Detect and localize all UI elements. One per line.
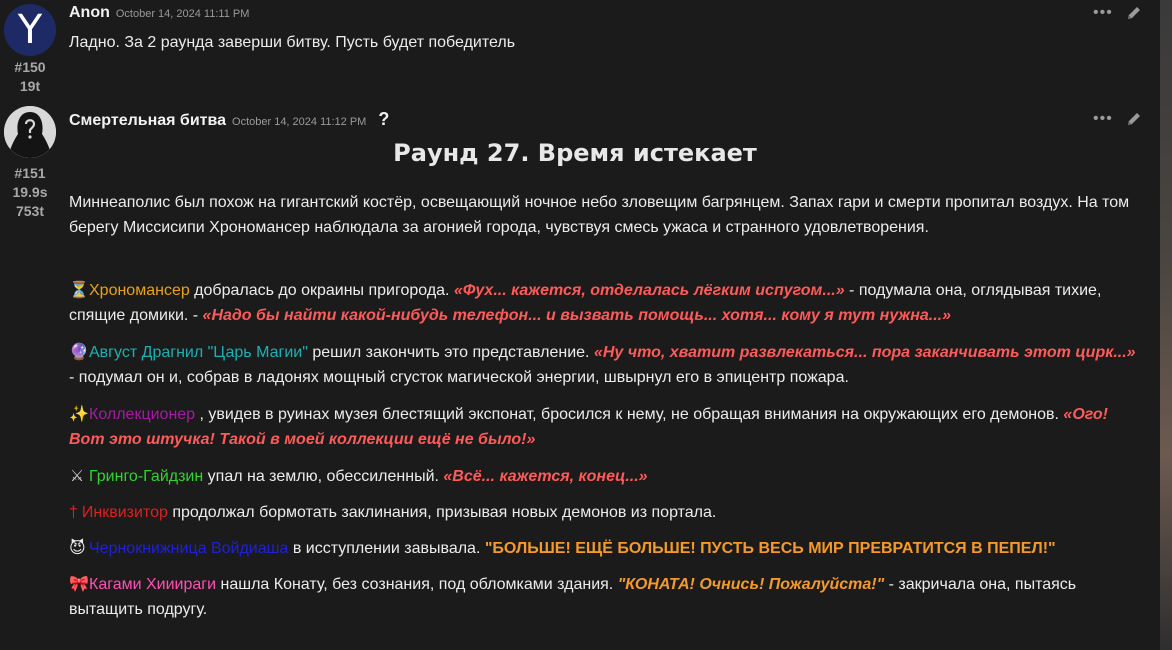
devil-face-icon: 😈 [69,540,86,557]
token-count: 19t [19,78,41,94]
post-actions: ••• [1093,110,1143,128]
character-name: Хрономансер [89,282,190,299]
character-name: Август Драгнил "Царь Магии" [89,344,308,361]
character-name: Инквизитор [81,504,168,521]
window-edge-background [1160,0,1172,650]
paragraph-inquisitor: † Инквизитор продолжал бормотать заклинан… [69,500,1144,525]
paragraph-warlock: 😈 Чернокнижница Войдиаша в исступлении за… [69,536,1144,561]
hooded-figure-icon [4,106,56,158]
crystal-ball-icon: 🔮 [69,344,89,361]
quote: "БОЛЬШЕ! ЕЩЁ БОЛЬШЕ! ПУСТЬ ВЕСЬ МИР ПРЕВ… [484,540,1056,557]
paragraph-august: 🔮Август Драгнил "Царь Магии" решил закон… [69,340,1144,390]
ribbon-icon: 🎀 [69,576,89,593]
token-count: 753t [15,203,45,219]
quote: «Надо бы найти какой-нибудь телефон... и… [202,307,951,324]
crossed-swords-icon: ⚔ [69,468,85,485]
narration: - подумал он и, собрав в ладонях мощный … [69,369,849,386]
timestamp: October 14, 2024 11:11 PM [115,8,250,20]
sparkles-icon: ✨ [69,406,89,423]
post-header: Смертельная битва October 14, 2024 11:12… [69,109,389,130]
narration: в исступлении завывала. [288,540,485,557]
narration: нашла Конату, без сознания, под обломкам… [216,576,618,593]
round-title: Раунд 27. Время истекает [393,139,757,167]
author-name[interactable]: Смертельная битва [69,112,226,130]
post-meta: #150 19t [0,58,60,96]
character-name: Коллекционер [89,406,196,423]
narration: , увидев в руинах музея блестящий экспон… [195,406,1064,423]
narration: упал на землю, обессиленный. [203,468,444,485]
avatar[interactable]: Y [4,4,56,56]
narration: продолжал бормотать заклинания, призывая… [167,504,717,521]
paragraph-collector: ✨Коллекционер , увидев в руинах музея бл… [69,402,1144,452]
post-number: #151 [14,165,46,181]
message-text: Ладно. За 2 раунда заверши битву. Пусть … [69,34,516,51]
narration: решил закончить это представление. [307,344,594,361]
character-name: Чернокнижница Войдиаша [89,540,289,557]
quote: «Фух... кажется, отделалась лёгким испуг… [453,282,845,299]
more-options-icon[interactable]: ••• [1093,111,1113,127]
avatar[interactable] [4,106,56,158]
character-name: Кагами Хииираги [89,576,217,593]
author-name[interactable]: Anon [69,4,110,22]
quote: «Ну что, хватит развлекаться... пора зак… [593,344,1136,361]
post-header: Anon October 14, 2024 11:11 PM [69,4,249,22]
intro-paragraph: Миннеаполис был похож на гигантский кост… [69,194,1130,236]
dagger-icon: † [69,504,78,521]
character-name: Гринго-Гайдзин [89,468,204,485]
generation-time: 19.9s [12,184,48,200]
narration: добралась до окраины пригорода. [189,282,454,299]
quote: «Всё... кажется, конец...» [443,468,648,485]
edit-pencil-icon[interactable] [1125,110,1143,128]
paragraph-kagami: 🎀Кагами Хииираги нашла Конату, без созна… [69,572,1144,622]
edit-pencil-icon[interactable] [1125,4,1143,22]
paragraph-chronomancer: ⏳Хрономансер добралась до окраины пригор… [69,278,1144,328]
avatar-letter: Y [17,7,43,53]
quote: "КОНАТА! Очнись! Пожалуйста!" [617,576,885,593]
more-options-icon[interactable]: ••• [1093,5,1113,21]
post-meta: #151 19.9s 753t [0,164,60,221]
paragraph-gringo: ⚔ Гринго-Гайдзин упал на землю, обессилен… [69,464,1144,489]
timestamp: October 14, 2024 11:12 PM [232,116,367,128]
help-icon[interactable]: ? [378,109,389,130]
post-actions: ••• [1093,4,1143,22]
post-number: #150 [14,59,46,75]
hourglass-icon: ⏳ [69,282,89,299]
